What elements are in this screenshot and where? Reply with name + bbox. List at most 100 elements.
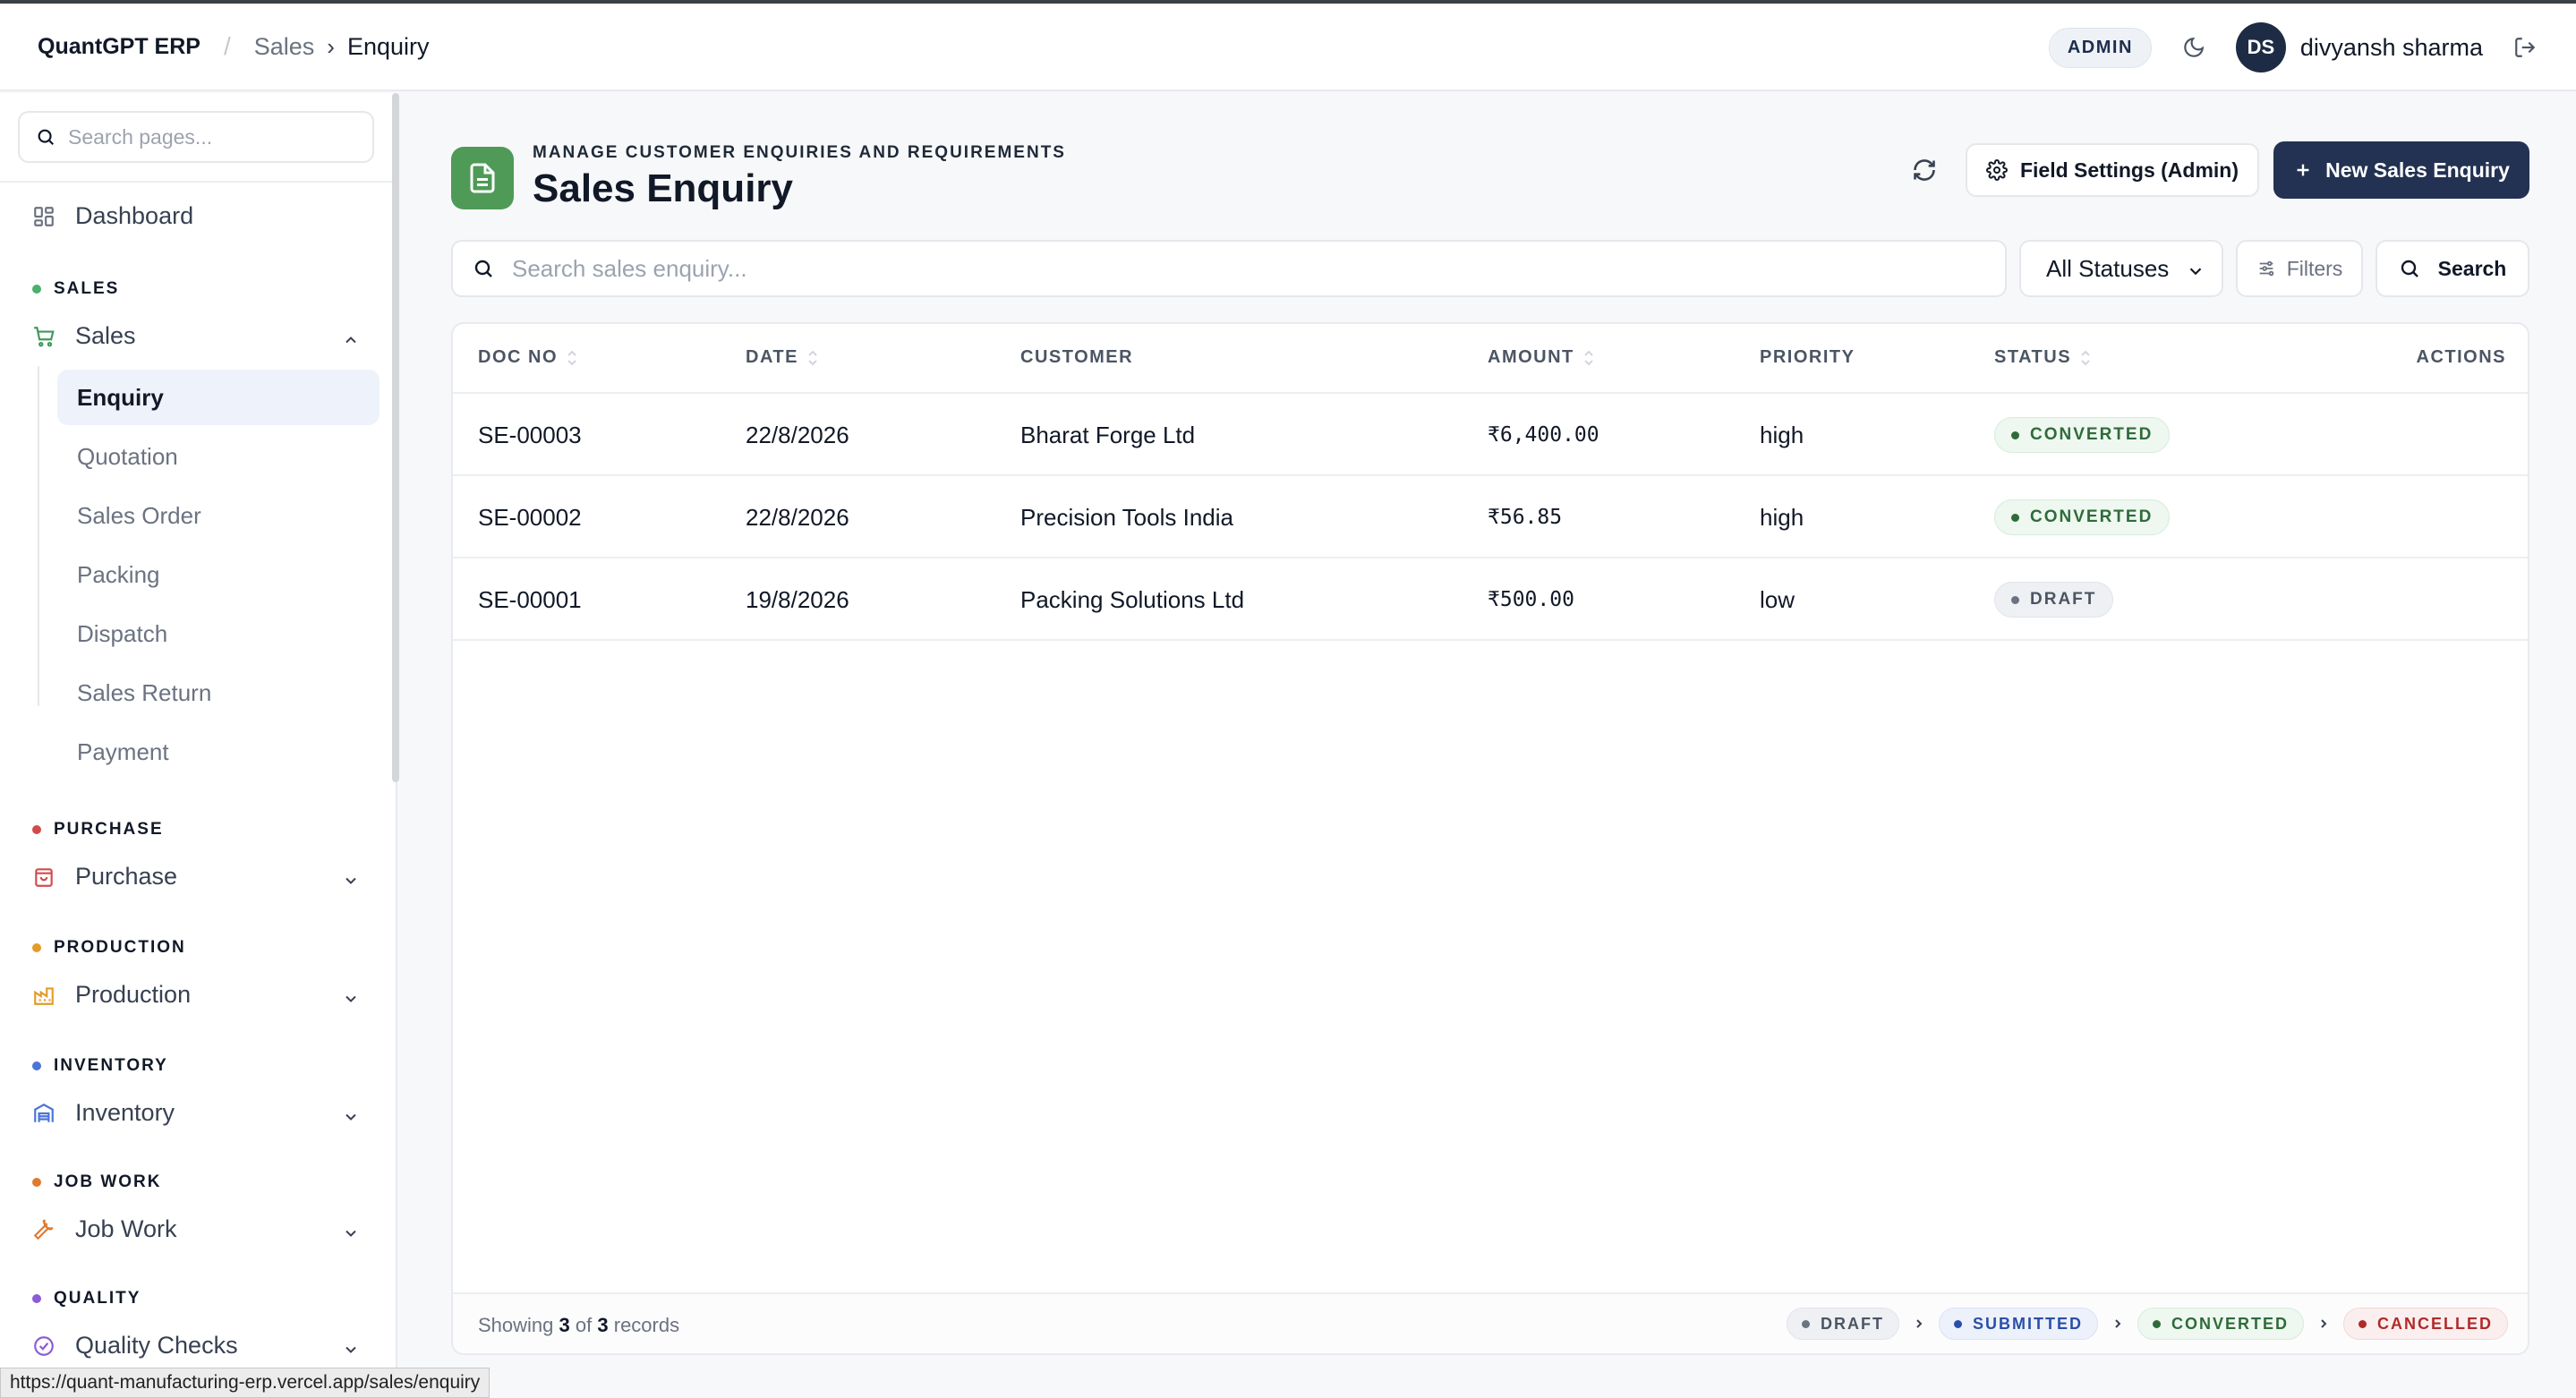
page-subtitle: MANAGE CUSTOMER ENQUIRIES AND REQUIREMEN…	[533, 143, 1066, 162]
warehouse-icon	[30, 1100, 57, 1127]
column-label: STATUS	[1994, 347, 2072, 367]
document-icon	[451, 147, 514, 209]
sidebar-item-production[interactable]: Production	[30, 981, 191, 1009]
sidebar-item-dashboard[interactable]: Dashboard	[30, 202, 193, 230]
new-sales-enquiry-label: New Sales Enquiry	[2325, 158, 2510, 182]
cell-amount: ₹6,400.00	[1488, 423, 1599, 447]
sidebar-subitem-dispatch[interactable]: Dispatch	[57, 606, 380, 661]
cell-customer: Bharat Forge Ltd	[1020, 421, 1196, 448]
sidebar-item-inventory[interactable]: Inventory	[30, 1099, 175, 1127]
column-label: PRIORITY	[1760, 347, 1855, 367]
check-circle-icon	[30, 1333, 57, 1360]
sidebar-scrollbar[interactable]	[392, 93, 399, 782]
chevron-down-icon[interactable]	[340, 1339, 362, 1360]
sidebar-item-label: Inventory	[75, 1099, 175, 1126]
sidebar-item-label: Purchase	[75, 863, 178, 890]
chevron-down-icon[interactable]	[340, 988, 362, 1010]
filters-button[interactable]: Filters	[2236, 240, 2363, 297]
section-label-quality: QUALITY	[32, 1289, 141, 1308]
section-dot	[32, 1178, 41, 1187]
cell-doc-no[interactable]: SE-00002	[478, 476, 582, 558]
plus-icon	[2297, 164, 2309, 176]
cell-priority: high	[1760, 421, 1804, 448]
sidebar-subitem-packing[interactable]: Packing	[57, 547, 380, 602]
chevron-right-icon	[2316, 1317, 2331, 1331]
column-label: AMOUNT	[1488, 347, 1574, 367]
sidebar-subitem-sales-return[interactable]: Sales Return	[57, 665, 380, 720]
enquiry-search[interactable]	[451, 240, 2007, 297]
avatar[interactable]: DS	[2235, 22, 2286, 72]
section-label-text: SALES	[54, 279, 120, 298]
cell-doc-no[interactable]: SE-00003	[478, 394, 582, 476]
submenu-guide-line	[38, 366, 39, 706]
cell-status: DRAFT	[1994, 558, 2114, 641]
chevron-down-icon[interactable]	[340, 1106, 362, 1128]
status-filter-select[interactable]: All Statuses	[2019, 240, 2223, 297]
sidebar-item-purchase[interactable]: Purchase	[30, 863, 177, 891]
sidebar-divider	[0, 181, 394, 183]
sidebar-item-label: Dashboard	[75, 202, 194, 229]
column-label: CUSTOMER	[1020, 347, 1134, 367]
sidebar: Dashboard SALES Sales Enquiry Quotation …	[0, 93, 397, 1398]
sidebar-item-jobwork[interactable]: Job Work	[30, 1215, 177, 1243]
cell-customer: Packing Solutions Ltd	[1020, 585, 1245, 613]
field-settings-button[interactable]: Field Settings (Admin)	[1966, 143, 2259, 197]
table-row[interactable]: SE-00001 19/8/2026 Packing Solutions Ltd…	[453, 558, 2528, 641]
table-row[interactable]: SE-00003 22/8/2026 Bharat Forge Ltd ₹6,4…	[453, 394, 2528, 476]
column-status[interactable]: STATUS	[1994, 347, 2091, 368]
status-flow: DRAFT SUBMITTED CONVERTED CANCELLED	[1786, 1308, 2508, 1340]
section-label-text: QUALITY	[54, 1289, 141, 1308]
sidebar-item-label: Sales	[75, 322, 136, 349]
enquiry-search-input[interactable]	[512, 254, 1962, 283]
sidebar-item-label: Quality Checks	[75, 1332, 238, 1359]
field-settings-label: Field Settings (Admin)	[2019, 158, 2239, 182]
chevron-down-icon[interactable]	[340, 1223, 362, 1244]
cell-customer: Precision Tools India	[1020, 503, 1233, 531]
record-count: Showing 3 of 3 records	[478, 1314, 680, 1336]
filters-label: Filters	[2286, 256, 2343, 280]
sidebar-subitem-sales-order[interactable]: Sales Order	[57, 488, 380, 543]
brand-name[interactable]: QuantGPT ERP	[38, 34, 200, 60]
section-label-text: INVENTORY	[54, 1056, 168, 1075]
header-actions: ADMIN DS divyansh sharma	[2048, 4, 2540, 91]
chevron-right-icon	[1912, 1317, 1926, 1331]
factory-icon	[30, 982, 57, 1009]
search-label: Search	[2437, 256, 2507, 280]
sidebar-item-label: Production	[75, 981, 192, 1008]
section-dot	[32, 1294, 41, 1303]
column-doc-no[interactable]: DOC NO	[478, 347, 577, 368]
section-label-text: PRODUCTION	[54, 938, 186, 957]
breadcrumb-sales[interactable]: Sales	[254, 33, 315, 61]
status-bar-url: https://quant-manufacturing-erp.vercel.a…	[0, 1368, 490, 1398]
cell-status: CONVERTED	[1994, 476, 2171, 558]
role-badge: ADMIN	[2048, 27, 2152, 68]
sidebar-item-quality-checks[interactable]: Quality Checks	[30, 1332, 238, 1360]
column-date[interactable]: DATE	[746, 347, 818, 368]
section-dot	[32, 1061, 41, 1070]
section-label-sales: SALES	[32, 279, 119, 299]
table-footer: Showing 3 of 3 records DRAFT SUBMITTED C…	[453, 1292, 2528, 1353]
search-button[interactable]: Search	[2376, 240, 2529, 297]
table-row[interactable]: SE-00002 22/8/2026 Precision Tools India…	[453, 476, 2528, 558]
sidebar-subitem-quotation[interactable]: Quotation	[57, 429, 380, 484]
sidebar-subitem-payment[interactable]: Payment	[57, 724, 380, 780]
column-customer: CUSTOMER	[1020, 347, 1133, 368]
sidebar-subitem-enquiry[interactable]: Enquiry	[57, 370, 380, 425]
sidebar-search[interactable]	[18, 111, 374, 163]
chevron-down-icon[interactable]	[340, 870, 362, 891]
top-header: QuantGPT ERP / Sales › Enquiry ADMIN DS …	[0, 4, 2576, 91]
column-amount[interactable]: AMOUNT	[1488, 347, 1594, 368]
cell-date: 22/8/2026	[746, 421, 849, 448]
section-label-purchase: PURCHASE	[32, 820, 164, 840]
sidebar-search-input[interactable]	[68, 124, 354, 149]
refresh-icon[interactable]	[1906, 152, 1942, 188]
sidebar-item-sales[interactable]: Sales	[30, 322, 136, 350]
cell-doc-no[interactable]: SE-00001	[478, 558, 582, 641]
moon-icon[interactable]	[2179, 32, 2209, 63]
logout-icon[interactable]	[2510, 32, 2540, 63]
cell-date: 22/8/2026	[746, 503, 849, 531]
shopping-bag-icon	[30, 864, 57, 891]
chevron-up-icon[interactable]	[340, 329, 362, 351]
new-sales-enquiry-button[interactable]: New Sales Enquiry	[2273, 141, 2529, 199]
user-name[interactable]: divyansh sharma	[2300, 34, 2483, 62]
